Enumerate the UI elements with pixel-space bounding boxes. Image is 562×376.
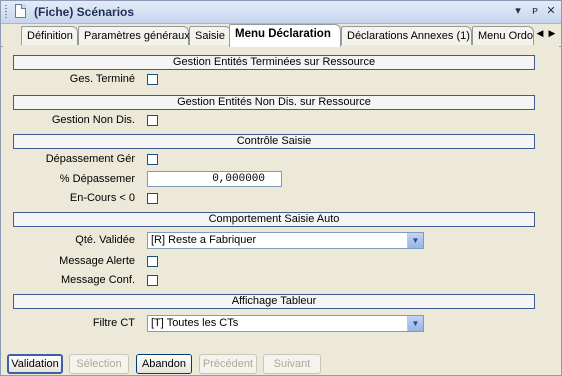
message-conf-label: Message Conf. bbox=[61, 274, 135, 286]
selection-button[interactable]: Sélection bbox=[69, 354, 129, 374]
message-alerte-label: Message Alerte bbox=[59, 255, 135, 267]
section-header-affichage-tableur: Affichage Tableur bbox=[13, 294, 535, 309]
en-cours-label: En-Cours < 0 bbox=[69, 192, 135, 204]
scenarios-window: (Fiche) Scénarios ▾ ᴘ ✕ Définition Param… bbox=[0, 0, 562, 376]
window-title: (Fiche) Scénarios bbox=[34, 5, 135, 19]
pct-depassement-input[interactable]: 0,000000 bbox=[147, 171, 282, 187]
title-bar[interactable]: (Fiche) Scénarios ▾ ᴘ ✕ bbox=[1, 1, 561, 24]
qte-validee-label: Qté. Validée bbox=[75, 234, 135, 246]
tab-saisie[interactable]: Saisie bbox=[189, 26, 231, 45]
abandon-button[interactable]: Abandon bbox=[136, 354, 192, 374]
en-cours-checkbox[interactable] bbox=[147, 193, 158, 204]
chevron-down-icon[interactable]: ▼ bbox=[407, 233, 423, 248]
close-icon[interactable]: ✕ bbox=[544, 4, 558, 18]
tab-scroll-right-icon[interactable]: ▶ bbox=[547, 28, 557, 39]
precedent-button[interactable]: Précédent bbox=[199, 354, 257, 374]
window-menu-dropdown-icon[interactable]: ▾ bbox=[511, 4, 525, 18]
tab-scroll-left-icon[interactable]: ◀ bbox=[535, 28, 545, 39]
tab-menu-ordo[interactable]: Menu Ordo bbox=[472, 26, 534, 45]
document-icon bbox=[15, 4, 26, 18]
chevron-down-icon[interactable]: ▼ bbox=[407, 316, 423, 331]
section-header-saisie-auto: Comportement Saisie Auto bbox=[13, 212, 535, 227]
filtre-ct-label: Filtre CT bbox=[92, 317, 135, 329]
menu-declaration-panel: Gestion Entités Terminées sur Ressource … bbox=[3, 46, 559, 346]
filtre-ct-select[interactable]: [T] Toutes les CTs ▼ bbox=[147, 315, 424, 332]
drag-grip-icon[interactable] bbox=[5, 5, 7, 19]
depassement-ger-label: Dépassement Gér bbox=[45, 153, 135, 165]
tab-definition[interactable]: Définition bbox=[21, 26, 78, 45]
tab-parametres-generaux[interactable]: Paramètres généraux bbox=[78, 26, 190, 45]
filtre-ct-value: [T] Toutes les CTs bbox=[151, 317, 239, 329]
pct-depassement-label: % Dépassemer bbox=[59, 173, 135, 185]
gestion-non-dis-label: Gestion Non Dis. bbox=[51, 114, 135, 126]
qte-validee-select[interactable]: [R] Reste a Fabriquer ▼ bbox=[147, 232, 424, 249]
gestion-non-dis-checkbox[interactable] bbox=[147, 115, 158, 126]
tab-menu-declaration[interactable]: Menu Déclaration bbox=[229, 24, 341, 47]
message-alerte-checkbox[interactable] bbox=[147, 256, 158, 267]
section-header-controle-saisie: Contrôle Saisie bbox=[13, 134, 535, 149]
suivant-button[interactable]: Suivant bbox=[263, 354, 321, 374]
tab-strip: Définition Paramètres généraux Saisie Me… bbox=[1, 24, 561, 47]
pin-icon[interactable]: ᴘ bbox=[528, 4, 542, 18]
message-conf-checkbox[interactable] bbox=[147, 275, 158, 286]
validation-button[interactable]: Validation bbox=[7, 354, 63, 374]
qte-validee-value: [R] Reste a Fabriquer bbox=[151, 234, 257, 246]
ges-termine-label: Ges. Terminé bbox=[69, 73, 135, 85]
ges-termine-checkbox[interactable] bbox=[147, 74, 158, 85]
section-header-entites-terminees: Gestion Entités Terminées sur Ressource bbox=[13, 55, 535, 70]
depassement-ger-checkbox[interactable] bbox=[147, 154, 158, 165]
tab-declarations-annexes[interactable]: Déclarations Annexes (1) bbox=[341, 26, 472, 45]
section-header-entites-non-dis: Gestion Entités Non Dis. sur Ressource bbox=[13, 95, 535, 110]
